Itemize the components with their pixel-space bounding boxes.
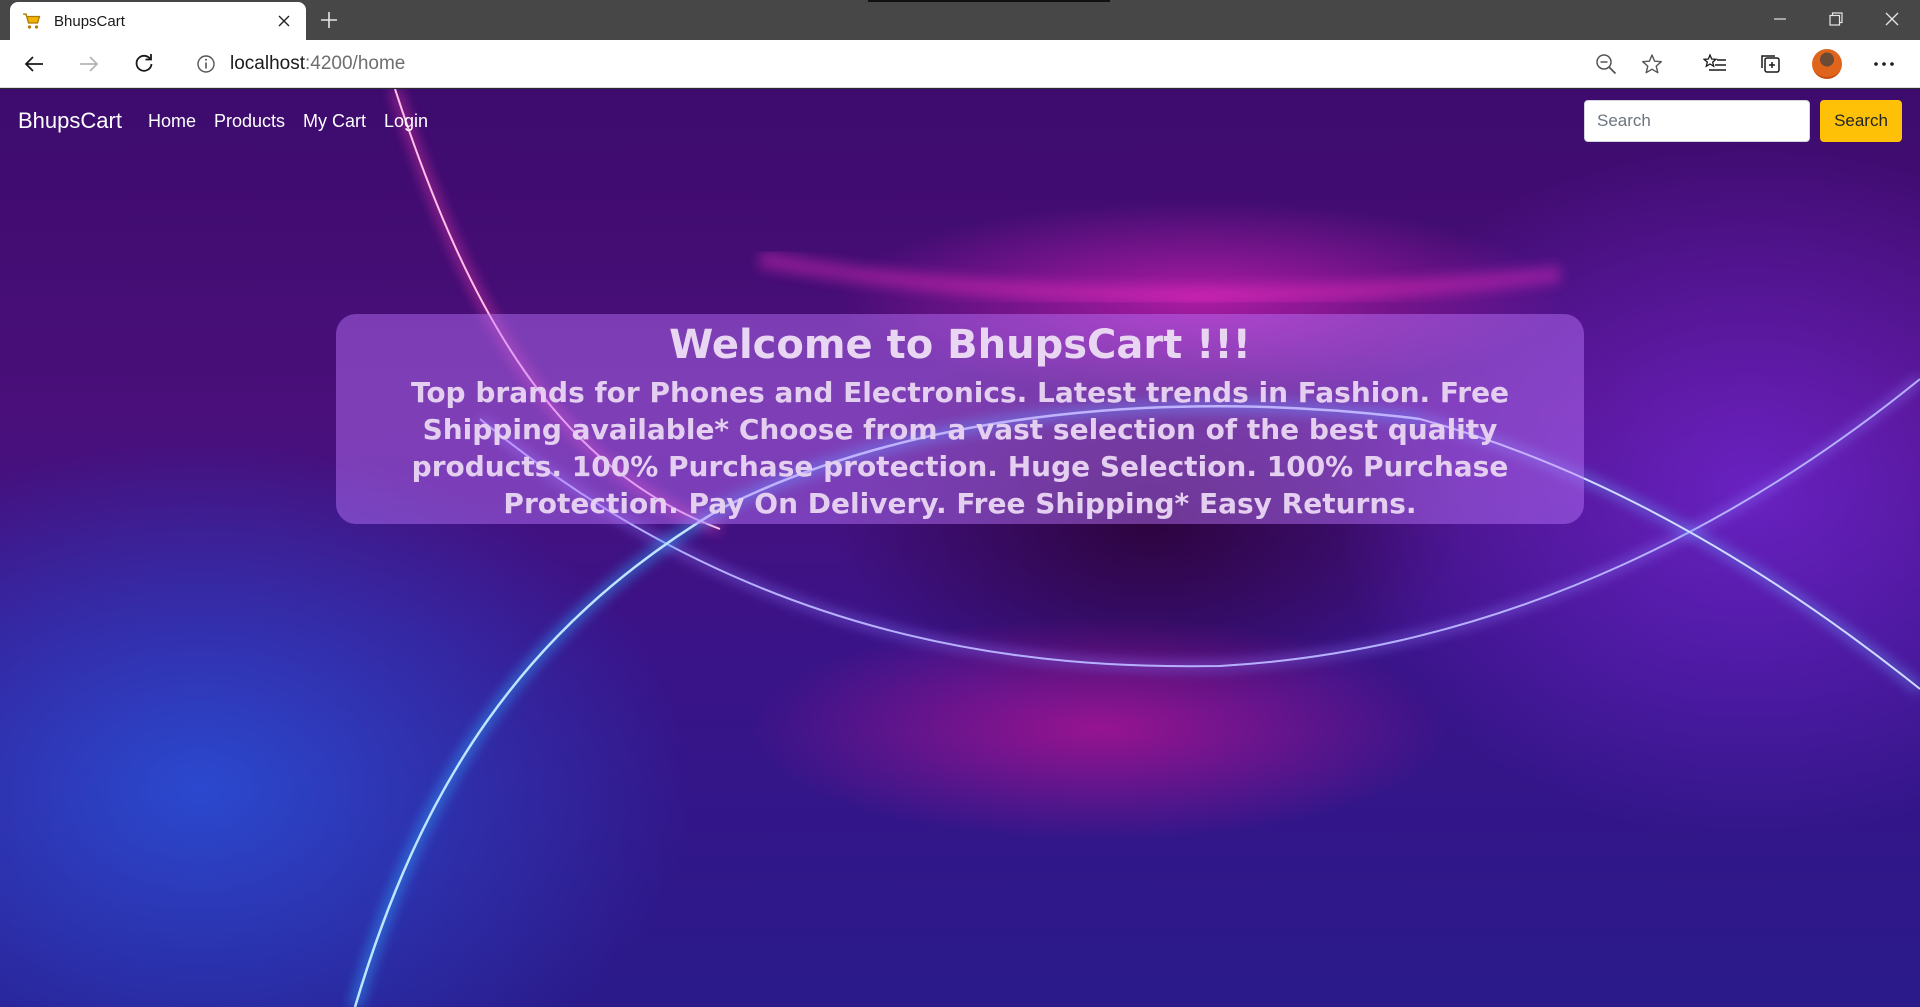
nav-link-login[interactable]: Login bbox=[384, 111, 428, 132]
url-path: :4200/home bbox=[305, 53, 406, 74]
restore-icon[interactable] bbox=[1808, 0, 1864, 38]
forward-arrow-icon[interactable] bbox=[71, 46, 107, 82]
url-text[interactable]: localhost:4200/home bbox=[230, 53, 1588, 75]
collections-icon[interactable] bbox=[1753, 46, 1789, 82]
shopping-cart-icon bbox=[22, 11, 42, 31]
tab-title: BhupsCart bbox=[54, 12, 125, 30]
browser-tab-bar: BhupsCart bbox=[0, 0, 1920, 40]
favorites-list-icon[interactable] bbox=[1697, 46, 1733, 82]
refresh-icon[interactable] bbox=[126, 46, 162, 82]
site-info-icon[interactable] bbox=[194, 52, 218, 76]
zoom-icon[interactable] bbox=[1588, 46, 1624, 82]
window-drag-indicator bbox=[868, 0, 1110, 2]
neon-background-image bbox=[349, 89, 1920, 1007]
minimize-icon[interactable] bbox=[1752, 0, 1808, 38]
close-window-icon[interactable] bbox=[1864, 0, 1920, 38]
search-button[interactable]: Search bbox=[1820, 100, 1902, 142]
new-tab-icon[interactable] bbox=[316, 7, 342, 33]
browser-toolbar: localhost:4200/home bbox=[0, 40, 1920, 88]
welcome-text: Top brands for Phones and Electronics. L… bbox=[410, 376, 1510, 520]
search-input[interactable] bbox=[1584, 100, 1810, 142]
browser-tab[interactable]: BhupsCart bbox=[10, 2, 306, 40]
back-arrow-icon[interactable] bbox=[16, 46, 52, 82]
search-form: Search bbox=[1584, 100, 1902, 142]
favorite-star-icon[interactable] bbox=[1634, 46, 1670, 82]
welcome-banner: Welcome to BhupsCart !!! Top brands for … bbox=[336, 314, 1584, 524]
url-host: localhost bbox=[230, 53, 305, 74]
more-options-icon[interactable] bbox=[1866, 46, 1902, 82]
nav-link-home[interactable]: Home bbox=[148, 111, 196, 132]
nav-link-my-cart[interactable]: My Cart bbox=[303, 111, 366, 132]
address-bar[interactable]: localhost:4200/home bbox=[180, 45, 1680, 83]
close-tab-icon[interactable] bbox=[274, 11, 294, 31]
nav-link-products[interactable]: Products bbox=[214, 111, 285, 132]
site-brand[interactable]: BhupsCart bbox=[18, 108, 122, 134]
welcome-heading: Welcome to BhupsCart !!! bbox=[669, 322, 1251, 368]
site-navbar: BhupsCart Home Products My Cart Login Se… bbox=[0, 89, 1920, 153]
page-viewport: BhupsCart Home Products My Cart Login Se… bbox=[0, 89, 1920, 1007]
profile-avatar[interactable] bbox=[1812, 49, 1842, 79]
